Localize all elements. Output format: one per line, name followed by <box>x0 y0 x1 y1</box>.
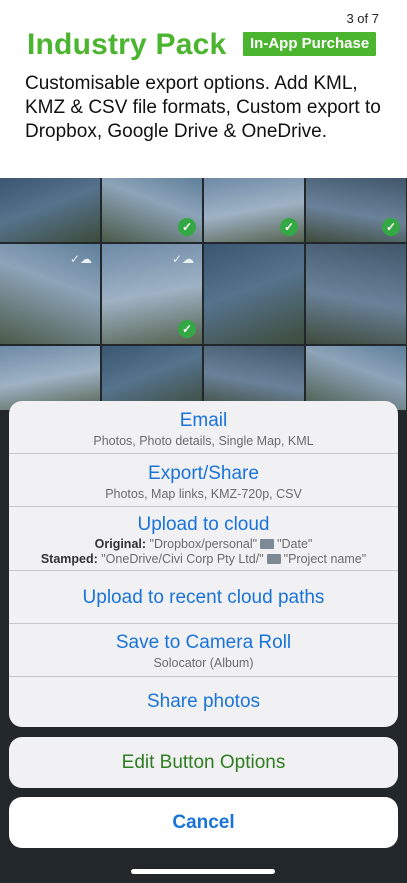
cancel-button[interactable]: Cancel <box>9 797 398 848</box>
cloud-upload-icon: ✓☁ <box>69 252 92 266</box>
folder-icon <box>266 554 281 564</box>
original-path: "Dropbox/personal" <box>149 537 258 551</box>
checkmark-icon: ✓ <box>382 218 400 236</box>
export-share-option-title: Export/Share <box>148 463 259 484</box>
edit-button-options-button[interactable]: Edit Button Options <box>9 737 398 788</box>
photo-thumbnail <box>0 178 100 242</box>
photo-thumbnail: ✓ <box>102 178 202 242</box>
original-path-line: Original: "Dropbox/personal" "Date" <box>9 537 398 551</box>
upload-to-cloud-title: Upload to cloud <box>137 514 270 535</box>
stamped-path: "OneDrive/Civi Corp Pty Ltd/" <box>101 552 264 566</box>
action-sheet: Email Photos, Photo details, Single Map,… <box>9 401 398 727</box>
checkmark-icon: ✓ <box>178 320 196 338</box>
email-option[interactable]: Email Photos, Photo details, Single Map,… <box>9 401 398 454</box>
save-to-camera-roll-option[interactable]: Save to Camera Roll Solocator (Album) <box>9 624 398 677</box>
in-app-purchase-badge: In-App Purchase <box>243 32 377 56</box>
home-indicator[interactable] <box>131 869 275 874</box>
upload-recent-cloud-paths-title: Upload to recent cloud paths <box>82 587 325 608</box>
photo-thumbnail <box>306 244 406 344</box>
photo-thumbnail: ✓ <box>204 178 304 242</box>
email-option-title: Email <box>179 410 228 431</box>
feature-description: Customisable export options. Add KML, KM… <box>25 73 381 142</box>
page-title: Industry Pack <box>27 28 227 61</box>
save-to-camera-roll-subtitle: Solocator (Album) <box>153 656 254 670</box>
original-label: Original: <box>94 537 147 551</box>
page-indicator: 3 of 7 <box>346 11 379 26</box>
save-to-camera-roll-title: Save to Camera Roll <box>115 632 292 653</box>
promo-header: 3 of 7 Industry Pack In-App Purchase Cus… <box>0 0 407 178</box>
upload-to-cloud-option[interactable]: Upload to cloud Original: "Dropbox/perso… <box>9 507 398 571</box>
photo-thumbnail: ✓ <box>306 178 406 242</box>
photo-thumbnail: ✓☁ <box>0 244 100 344</box>
original-folder: "Date" <box>277 537 313 551</box>
upload-recent-cloud-paths-option[interactable]: Upload to recent cloud paths <box>9 571 398 624</box>
folder-icon <box>260 539 275 549</box>
share-photos-option[interactable]: Share photos <box>9 677 398 727</box>
photo-thumbnail: ✓☁ ✓ <box>102 244 202 344</box>
share-photos-title: Share photos <box>146 691 261 712</box>
photo-grid: ✓ ✓ ✓ ✓☁ ✓☁ ✓ <box>0 178 407 410</box>
stamped-folder: "Project name" <box>283 552 367 566</box>
photo-thumbnail <box>204 244 304 344</box>
checkmark-icon: ✓ <box>280 218 298 236</box>
export-share-option-subtitle: Photos, Map links, KMZ-720p, CSV <box>105 487 302 501</box>
export-share-option[interactable]: Export/Share Photos, Map links, KMZ-720p… <box>9 454 398 507</box>
cloud-upload-icon: ✓☁ <box>171 252 194 266</box>
email-option-subtitle: Photos, Photo details, Single Map, KML <box>93 434 314 448</box>
checkmark-icon: ✓ <box>178 218 196 236</box>
stamped-label: Stamped: <box>40 552 98 566</box>
stamped-path-line: Stamped: "OneDrive/Civi Corp Pty Ltd/" "P… <box>9 552 398 566</box>
